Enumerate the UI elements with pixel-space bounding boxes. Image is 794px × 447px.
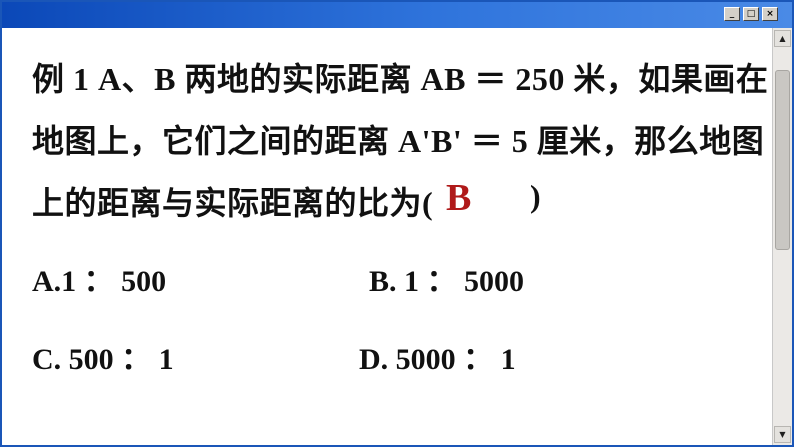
option-b: B. 1 ： 5000	[369, 265, 525, 298]
question-line-2: 地图上，它们之间的距离 A'B' ＝ 5 厘米，那么地图	[32, 123, 765, 159]
option-c: C. 500 ： 1	[32, 343, 174, 376]
answer-close-paren: )	[530, 178, 541, 214]
minimize-button[interactable]: _	[724, 7, 740, 21]
app-window: _ □ × 例 1 A、B 两地的实际距离 AB ＝ 250 米，如果画在 地图…	[0, 0, 794, 447]
scrollbar-thumb[interactable]	[775, 70, 790, 250]
option-d: D. 5000 ： 1	[359, 343, 516, 376]
vertical-scrollbar[interactable]: ▲ ▼	[772, 28, 792, 445]
scroll-up-arrow-icon[interactable]: ▲	[774, 30, 791, 47]
title-bar[interactable]: _ □ ×	[2, 2, 792, 28]
question-line-3: 上的距离与实际距离的比为(	[32, 185, 434, 221]
maximize-button[interactable]: □	[743, 7, 759, 21]
slide-content: 例 1 A、B 两地的实际距离 AB ＝ 250 米，如果画在 地图上，它们之间…	[2, 28, 772, 445]
close-button[interactable]: ×	[762, 7, 778, 21]
answer-mark: B	[446, 177, 472, 219]
question-line-1: 例 1 A、B 两地的实际距离 AB ＝ 250 米，如果画在	[32, 61, 769, 97]
option-a: A.1 ： 500	[32, 265, 167, 298]
scroll-down-arrow-icon[interactable]: ▼	[774, 426, 791, 443]
window-controls: _ □ ×	[724, 7, 778, 21]
